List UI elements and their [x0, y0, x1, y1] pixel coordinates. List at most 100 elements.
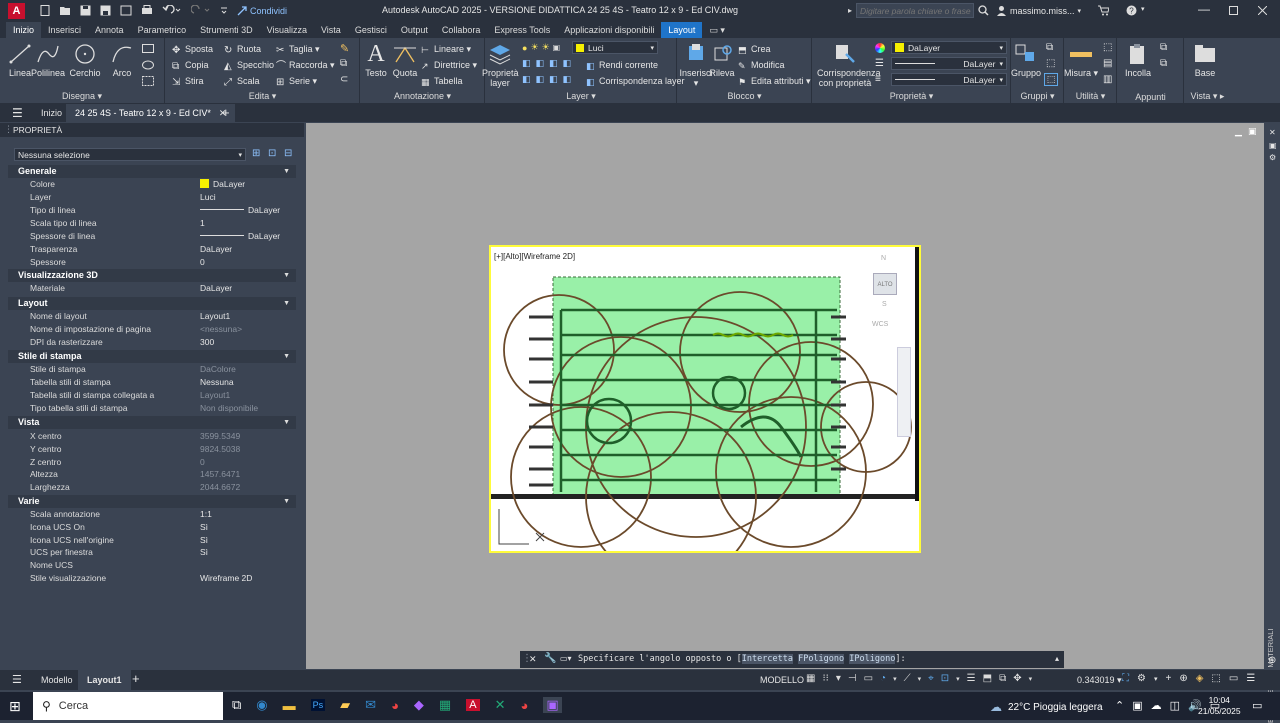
chevron-right-icon[interactable]: ▸ — [848, 6, 852, 15]
panel-title-layer[interactable]: Layer ▾ — [486, 91, 676, 102]
minimize-icon[interactable]: — — [1198, 2, 1210, 16]
search-input[interactable] — [856, 3, 975, 18]
redo-icon[interactable] — [191, 5, 211, 16]
rileva-button[interactable]: Rileva — [702, 42, 742, 78]
grid-icon[interactable]: ▦ — [806, 673, 815, 684]
save-icon[interactable] — [80, 5, 91, 16]
prop-row-materiale[interactable]: Materiale DaLayer — [8, 283, 296, 296]
gruppo-button[interactable]: Gruppo — [1008, 42, 1044, 78]
toggle-pickadd-icon[interactable]: ⊞ — [252, 148, 260, 159]
arco-button[interactable]: Arco — [102, 42, 142, 78]
excel2-icon[interactable]: ✕ — [495, 697, 506, 713]
copia-button[interactable]: ⧉ Copia — [172, 58, 209, 72]
maximize-icon[interactable] — [1229, 6, 1238, 15]
outlook-icon[interactable]: ✉ — [365, 697, 376, 713]
tab-gestisci[interactable]: Gestisci — [348, 22, 394, 38]
color-dropdown[interactable]: DaLayer ▾ — [891, 41, 1007, 54]
close-icon[interactable] — [1258, 6, 1267, 15]
onedrive-icon[interactable]: ☁ — [1151, 699, 1162, 712]
print-icon[interactable] — [141, 5, 153, 16]
model-space-toggle[interactable]: MODELLO — [760, 675, 804, 685]
color-wheel-icon[interactable] — [875, 43, 885, 53]
prop-row-icona-ucs-on[interactable]: Icona UCS On Sì — [8, 522, 296, 535]
tab-visualizza[interactable]: Visualizza — [260, 22, 314, 38]
plus-icon[interactable]: + — [1165, 673, 1171, 684]
close-command-icon[interactable]: ✕ — [529, 654, 537, 665]
cart-icon[interactable] — [1098, 5, 1109, 16]
rendi-corrente-button[interactable]: ◧ Rendi corrente — [586, 58, 658, 72]
lineare-button[interactable]: ⊢ Lineare ▾ — [421, 42, 471, 56]
section-stile-stampa[interactable]: Stile di stampa ▼ — [8, 350, 296, 363]
prop-row-stile-visualizzazione[interactable]: Stile visualizzazione Wireframe 2D — [8, 573, 296, 586]
edge-icon[interactable]: ◉ — [256, 697, 267, 713]
option-ipoligono[interactable]: IPoligono — [849, 654, 896, 664]
sticky-notes-icon[interactable]: ▰ — [340, 697, 350, 713]
layout-tabs-menu-icon[interactable]: ☰ — [12, 673, 22, 686]
ungroup-icon[interactable]: ⧉ — [1046, 42, 1053, 53]
excel-icon[interactable]: ▦ — [439, 697, 451, 713]
prop-row-colore[interactable]: Colore DaLayer — [8, 179, 296, 192]
customize-menu-icon[interactable]: ☰ — [1246, 673, 1255, 684]
misura-button[interactable]: Misura ▾ — [1061, 42, 1101, 78]
select-objects-icon[interactable]: ⊡ — [268, 148, 276, 159]
lineweight-icon[interactable]: ☰ — [875, 58, 884, 69]
panel-title-blocco[interactable]: Blocco ▾ — [678, 91, 811, 102]
close-palette-icon[interactable]: ✕ — [1269, 128, 1276, 137]
layout-sheet[interactable]: [+][Alto][Wireframe 2D] ALTO N S WCS — [489, 245, 921, 553]
group-edit-icon[interactable]: ⬚ — [1046, 58, 1055, 69]
specchio-button[interactable]: ◭ Specchio — [224, 58, 274, 72]
base-button[interactable]: Base — [1185, 42, 1225, 78]
command-history-icon[interactable]: ▴ — [1055, 654, 1059, 663]
panel-title-appunti[interactable]: Appunti — [1118, 92, 1183, 102]
section-varie[interactable]: Varie ▼ — [8, 495, 296, 508]
prop-row-icona-ucs-origine[interactable]: Icona UCS nell'origine Sì — [8, 535, 296, 548]
photoshop-icon[interactable]: Ps — [310, 699, 326, 711]
quick-select-icon[interactable]: ⬚ — [1103, 42, 1112, 53]
option-fpoligono[interactable]: FPoligono — [798, 654, 845, 664]
doc-tab-active[interactable]: 24 25 4S - Teatro 12 x 9 - Ed CIV* ✕ — [66, 104, 236, 122]
taskbar-search[interactable]: ⚲ Cerca — [33, 692, 223, 720]
chrome-icon[interactable]: ◕ — [391, 698, 399, 713]
prop-row-nome-ucs[interactable]: Nome UCS — [8, 560, 296, 573]
wcs-menu[interactable]: WCS — [872, 321, 888, 328]
weather-widget[interactable]: ☁ 22°C Pioggia leggera — [990, 700, 1103, 714]
chevron-up-icon[interactable]: ⌃ — [1115, 699, 1124, 712]
chevron-down-icon[interactable]: ▾ — [1154, 675, 1158, 683]
panel-title-disegna[interactable]: Disegna ▾ — [0, 91, 164, 102]
layer-dropdown[interactable]: Luci ▾ — [572, 41, 658, 54]
chevron-down-icon[interactable]: ▾ — [918, 675, 922, 683]
viewport-scale[interactable]: 0.343019 ▾ — [1077, 675, 1122, 686]
prop-row-dpi[interactable]: DPI da rasterizzare 300 — [8, 337, 296, 350]
panel-title-vista[interactable]: Vista ▾ ▸ — [1185, 91, 1230, 102]
viewport-minimize-icon[interactable]: ▁ — [1235, 126, 1242, 137]
section-visualizzazione-3d[interactable]: Visualizzazione 3D ▼ — [8, 269, 296, 282]
user-menu[interactable]: massimo.miss... ▾ — [996, 5, 1081, 16]
edita-attributi-button[interactable]: ⚑ Edita attributi ▾ — [738, 74, 811, 88]
panel-title-proprieta[interactable]: Proprietà ▾ — [813, 91, 1010, 102]
prop-row-altezza[interactable]: Altezza 1457.6471 — [8, 469, 296, 482]
tab-applicazioni[interactable]: Applicazioni disponibili — [557, 22, 661, 38]
id-point-icon[interactable]: ▥ — [1103, 74, 1112, 85]
task-view-icon[interactable]: ⧉ — [232, 697, 241, 713]
prop-row-x-centro[interactable]: X centro 3599.5349 — [8, 431, 296, 444]
quick-select-icon[interactable]: ⊟ — [284, 148, 292, 159]
doc-tab-inizio[interactable]: Inizio — [41, 108, 62, 118]
sun-icon[interactable]: ☀ — [530, 42, 538, 53]
direttrice-button[interactable]: ↗ Direttrice ▾ — [421, 58, 477, 72]
prop-row-nome-impostazione[interactable]: Nome di impostazione di pagina <nessuna> — [8, 324, 296, 337]
prop-row-tabella-stili[interactable]: Tabella stili di stampa Nessuna — [8, 377, 296, 390]
annotation-monitor-icon[interactable]: ⊕ — [1179, 673, 1187, 684]
hatch-icon[interactable] — [142, 60, 154, 70]
viewcube[interactable]: ALTO — [873, 273, 897, 295]
tab-layout1[interactable]: Layout1 — [78, 670, 131, 690]
corrispondenza-proprieta-button[interactable]: Corrispondenza con proprietà — [817, 42, 881, 88]
prop-row-scala-tipo[interactable]: Scala tipo di linea 1 — [8, 218, 296, 231]
lock-icon[interactable]: ▣ — [553, 43, 561, 52]
crea-button[interactable]: ⬒ Crea — [738, 42, 771, 56]
cloud-icon[interactable] — [120, 5, 132, 16]
prop-row-spessore[interactable]: Spessore 0 — [8, 257, 296, 270]
tab-express-tools[interactable]: Express Tools — [487, 22, 557, 38]
prop-row-larghezza[interactable]: Larghezza 2044.6672 — [8, 482, 296, 495]
isodraft-icon[interactable]: ⟋ — [904, 673, 911, 684]
workspace-dropdown-icon[interactable] — [220, 5, 228, 16]
